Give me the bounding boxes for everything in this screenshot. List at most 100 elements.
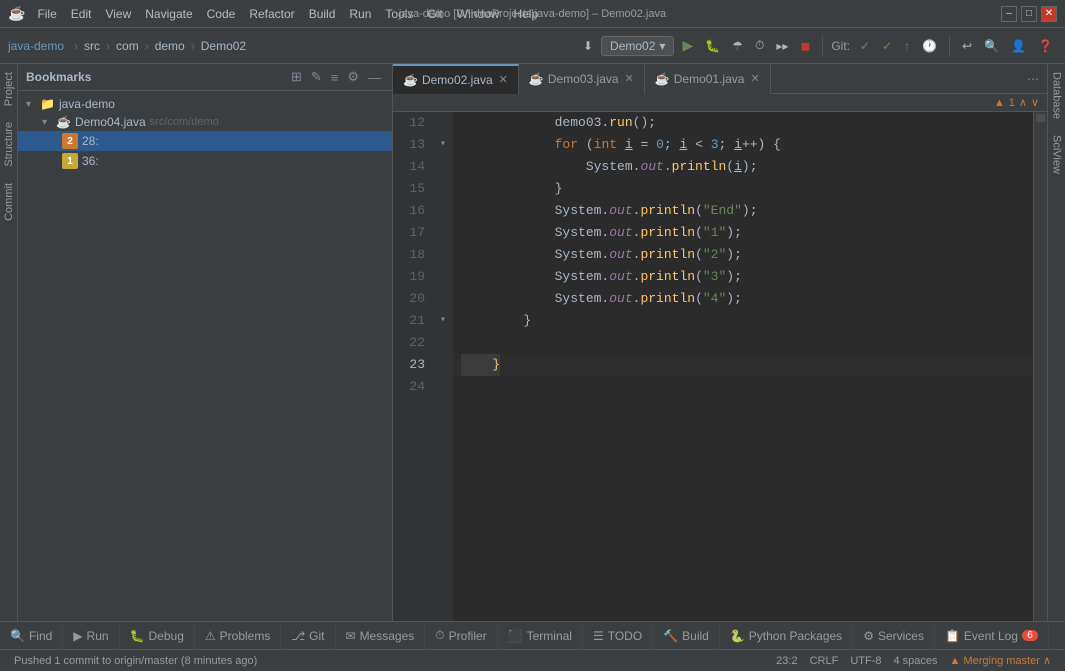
settings-button[interactable]: 👤 — [1007, 37, 1030, 55]
menu-run[interactable]: Run — [343, 5, 377, 23]
left-side-tabs: Project Structure Commit — [0, 64, 18, 621]
tree-demo04[interactable]: ▾ ☕ Demo04.java src/com/demo — [18, 113, 392, 131]
run-config-dropdown[interactable]: Demo02 ▾ — [601, 36, 674, 56]
menu-file[interactable]: File — [31, 5, 62, 23]
help-button[interactable]: ❓ — [1034, 37, 1057, 55]
bottom-build-button[interactable]: 🔨 Build — [653, 622, 720, 650]
menu-refactor[interactable]: Refactor — [243, 5, 300, 23]
bottom-services-button[interactable]: ⚙ Services — [853, 622, 935, 650]
bookmarks-minimize-button[interactable]: — — [365, 68, 384, 86]
tab-demo02-close[interactable]: ✕ — [499, 73, 508, 86]
menu-navigate[interactable]: Navigate — [139, 5, 198, 23]
tab-demo03[interactable]: ☕ Demo03.java ✕ — [519, 64, 645, 94]
bookmarks-filter-button[interactable]: ⚙ — [344, 68, 362, 86]
bookmarks-edit-button[interactable]: ✎ — [308, 68, 325, 86]
breadcrumb-src[interactable]: src — [84, 39, 100, 53]
code-20-sp: System. — [461, 288, 609, 310]
right-scrollbar[interactable] — [1033, 112, 1047, 621]
sidebar-item-project[interactable]: Project — [1, 64, 17, 114]
bottom-find-button[interactable]: 🔍 Find — [0, 622, 63, 650]
fold-21-icon[interactable]: ▾ — [440, 310, 446, 332]
sidebar-item-database[interactable]: Database — [1049, 64, 1065, 127]
tree-demo04-sublabel: src/com/demo — [150, 116, 219, 128]
bottom-terminal-button[interactable]: ⬛ Terminal — [498, 622, 583, 650]
code-20-p1: ( — [695, 288, 703, 310]
code-content[interactable]: demo03.run(); for (int i = 0; i < 3; i++… — [453, 112, 1033, 621]
tab-demo01[interactable]: ☕ Demo01.java ✕ — [645, 64, 771, 94]
git-history-button[interactable]: 🕐 — [918, 37, 941, 55]
code-18-p2: ); — [726, 244, 742, 266]
tree-bookmark-36[interactable]: 1 36: — [18, 151, 392, 171]
gutter-14 — [433, 156, 453, 178]
bottom-run-button[interactable]: ▶ Run — [63, 622, 119, 650]
status-cursor[interactable]: 23:2 — [770, 655, 803, 667]
sidebar-item-structure[interactable]: Structure — [1, 114, 17, 175]
bookmarks-toolbar: ⊞ ✎ ≡ ⚙ — — [288, 68, 384, 86]
search-everywhere-button[interactable]: 🔍 — [980, 37, 1003, 55]
menu-edit[interactable]: Edit — [65, 5, 98, 23]
tab-demo01-close[interactable]: ✕ — [750, 72, 759, 85]
vcs-update-button[interactable]: ⬇ — [579, 37, 597, 55]
bottom-python-packages-button[interactable]: 🐍 Python Packages — [720, 622, 853, 650]
code-18-println: println — [640, 244, 695, 266]
scroll-thumb[interactable] — [1036, 114, 1045, 122]
bottom-git-button[interactable]: ⎇ Git — [281, 622, 335, 650]
warning-nav-up[interactable]: ∧ — [1019, 96, 1027, 109]
breadcrumb-demo[interactable]: demo — [155, 39, 185, 53]
bottom-messages-button[interactable]: ✉ Messages — [336, 622, 426, 650]
tabs-overflow-button[interactable]: ⋯ — [1019, 72, 1047, 86]
gutter-15 — [433, 178, 453, 200]
code-20-str: "4" — [703, 288, 726, 310]
code-19-dot: . — [633, 266, 641, 288]
maximize-button[interactable]: □ — [1021, 6, 1037, 22]
code-14-arg: (i); — [726, 156, 757, 178]
code-12-plain2: (); — [633, 112, 656, 134]
run-label: Run — [87, 629, 109, 643]
git-update-button[interactable]: ✓ — [878, 37, 896, 55]
bottom-event-log-button[interactable]: 📋 Event Log 6 — [935, 622, 1049, 650]
warning-nav-down[interactable]: ∨ — [1031, 96, 1039, 109]
code-18-sp: System. — [461, 244, 609, 266]
bookmarks-sort-button[interactable]: ≡ — [328, 68, 342, 86]
sidebar-item-sciview[interactable]: SciView — [1049, 127, 1065, 182]
bookmarks-add-button[interactable]: ⊞ — [288, 68, 305, 86]
stop-button[interactable]: ◼ — [796, 37, 814, 55]
project-label: java-demo — [8, 39, 64, 53]
fold-13-icon[interactable]: ▾ — [440, 134, 446, 156]
breadcrumb-demo02[interactable]: Demo02 — [201, 39, 246, 53]
status-warning[interactable]: ▲ Merging master ∧ — [944, 654, 1057, 667]
code-16-p2: ); — [742, 200, 758, 222]
git-commit-button[interactable]: ✓ — [856, 37, 874, 55]
status-git-message[interactable]: Pushed 1 commit to origin/master (8 minu… — [8, 655, 263, 667]
tab-demo03-close[interactable]: ✕ — [625, 72, 634, 85]
breadcrumb-com[interactable]: com — [116, 39, 139, 53]
sidebar-item-commit[interactable]: Commit — [1, 175, 17, 229]
more-run-button[interactable]: ▸▸ — [772, 37, 792, 55]
tab-demo02[interactable]: ☕ Demo02.java ✕ — [393, 64, 519, 94]
menu-view[interactable]: View — [99, 5, 137, 23]
build-icon: 🔨 — [663, 629, 678, 643]
bottom-todo-button[interactable]: ☰ TODO — [583, 622, 653, 650]
run-button[interactable]: ▶ — [678, 35, 697, 56]
gutter-21: ▾ — [433, 310, 453, 332]
bottom-debug-button[interactable]: 🐛 Debug — [120, 622, 195, 650]
debug-button[interactable]: 🐛 — [701, 37, 724, 55]
profile-button[interactable]: ⏱ — [751, 36, 768, 55]
code-13-p1: ( — [578, 134, 594, 156]
undo-button[interactable]: ↩ — [958, 37, 976, 55]
tree-bookmark-28[interactable]: 2 28: — [18, 131, 392, 151]
tree-root[interactable]: ▾ 📁 java-demo — [18, 95, 392, 113]
code-17-str: "1" — [703, 222, 726, 244]
close-button[interactable]: ✕ — [1041, 6, 1057, 22]
menu-build[interactable]: Build — [303, 5, 342, 23]
git-push-button[interactable]: ↑ — [900, 37, 914, 55]
coverage-button[interactable]: ☂ — [728, 37, 747, 55]
minimize-button[interactable]: – — [1001, 6, 1017, 22]
status-line-ending[interactable]: CRLF — [804, 655, 845, 667]
status-encoding[interactable]: UTF-8 — [844, 655, 887, 667]
profiler-label: Profiler — [449, 629, 487, 643]
status-indent[interactable]: 4 spaces — [888, 655, 944, 667]
menu-code[interactable]: Code — [201, 5, 242, 23]
bottom-problems-button[interactable]: ⚠ Problems — [195, 622, 281, 650]
bottom-profiler-button[interactable]: ⏱ Profiler — [425, 622, 497, 650]
